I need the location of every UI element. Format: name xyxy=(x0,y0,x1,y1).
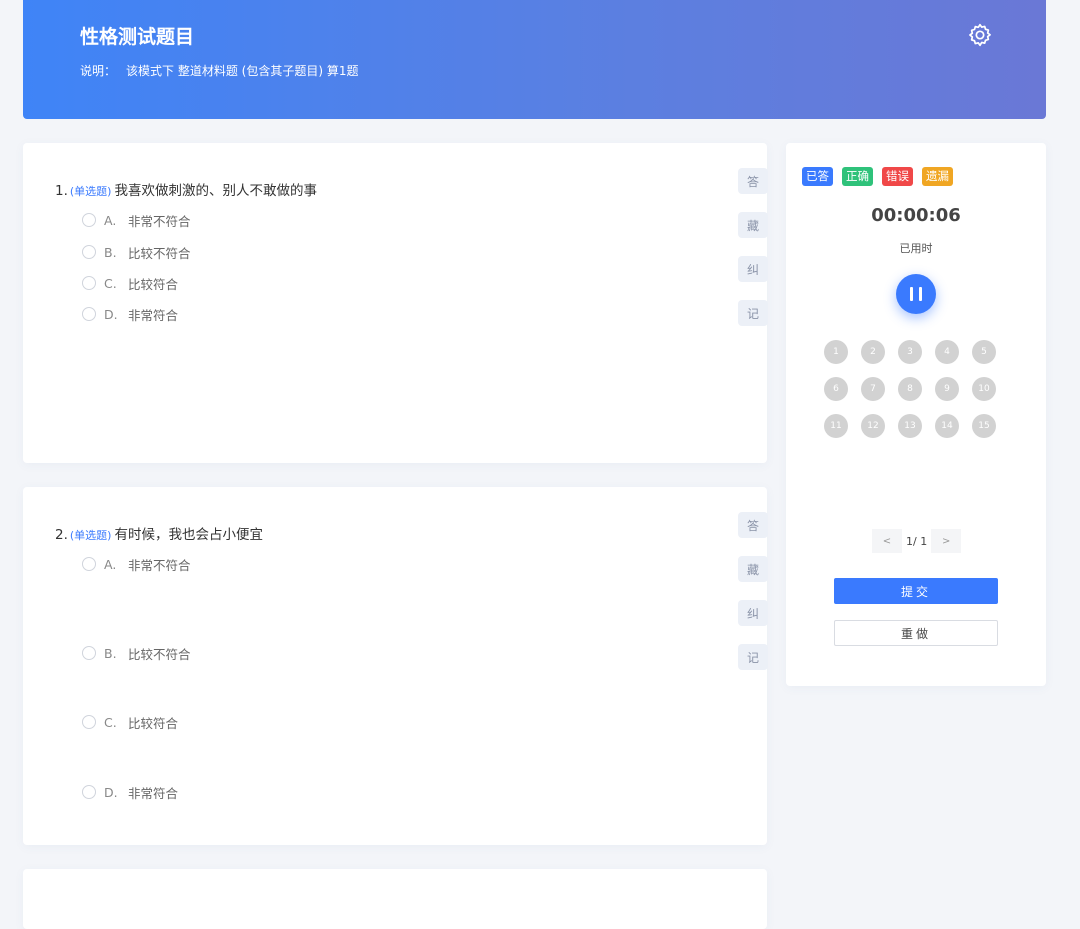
radio-circle[interactable] xyxy=(82,646,96,660)
elapsed-timer: 00:00:06 xyxy=(871,205,961,226)
pause-button[interactable] xyxy=(896,274,936,314)
option-c[interactable]: C. 比较符合 xyxy=(82,274,178,292)
prev-page-button[interactable]: < xyxy=(872,529,902,553)
question-number-button[interactable]: 13 xyxy=(898,414,922,438)
question-card-1: 1. (单选题) 我喜欢做刺激的、别人不敢做的事 A. 非常不符合 B. 比较不符合… xyxy=(23,143,768,463)
option-text: 比较不符合 xyxy=(128,646,191,662)
next-page-button[interactable]: > xyxy=(931,529,962,553)
answer-tag[interactable]: 答 xyxy=(738,512,768,538)
option-a[interactable]: A. 非常不符合 xyxy=(82,555,191,573)
option-letter: B. xyxy=(104,645,117,661)
gear-icon[interactable] xyxy=(967,22,993,48)
status-legend: 已答 正确 错误 遗漏 xyxy=(802,167,962,186)
redo-button[interactable]: 重做 xyxy=(834,620,998,646)
description-label: 说明： xyxy=(80,64,117,78)
submit-button[interactable]: 提交 xyxy=(834,578,998,604)
option-b[interactable]: B. 比较不符合 xyxy=(82,243,191,261)
radio-circle[interactable] xyxy=(82,307,96,321)
description-text: 该模式下 整道材料题 (包含其子题目) 算1题 xyxy=(126,64,359,78)
question-number-button[interactable]: 4 xyxy=(935,340,959,364)
timer-label: 已用时 xyxy=(899,242,933,255)
radio-circle[interactable] xyxy=(82,213,96,227)
favorite-tag[interactable]: 藏 xyxy=(738,212,768,238)
question-title: 1. (单选题) 我喜欢做刺激的、别人不敢做的事 xyxy=(55,179,317,199)
page-indicator: 1/ 1 xyxy=(906,534,928,548)
question-number-button[interactable]: 9 xyxy=(935,377,959,401)
page-description: 说明： 该模式下 整道材料题 (包含其子题目) 算1题 xyxy=(80,62,358,79)
option-a[interactable]: A. 非常不符合 xyxy=(82,211,191,229)
radio-circle[interactable] xyxy=(82,715,96,729)
legend-missed: 遗漏 xyxy=(922,167,953,186)
radio-circle[interactable] xyxy=(82,245,96,259)
question-number-grid: 1 2 3 4 5 6 7 8 9 10 11 12 13 14 15 xyxy=(824,340,1014,438)
question-number: 2. xyxy=(55,527,68,543)
radio-circle[interactable] xyxy=(82,785,96,799)
question-number-button[interactable]: 1 xyxy=(824,340,848,364)
pagination: < 1/ 1 > xyxy=(872,529,962,553)
question-number-button[interactable]: 10 xyxy=(972,377,996,401)
option-text: 非常不符合 xyxy=(128,557,191,573)
question-type: (单选题) xyxy=(69,185,112,198)
option-c[interactable]: C. 比较符合 xyxy=(82,713,178,731)
option-letter: B. xyxy=(104,244,117,260)
legend-answered: 已答 xyxy=(802,167,833,186)
question-number-button[interactable]: 6 xyxy=(824,377,848,401)
radio-circle[interactable] xyxy=(82,276,96,290)
radio-circle[interactable] xyxy=(82,557,96,571)
question-number-button[interactable]: 5 xyxy=(972,340,996,364)
page-header: 性格测试题目 说明： 该模式下 整道材料题 (包含其子题目) 算1题 xyxy=(23,0,1046,119)
question-number-button[interactable]: 8 xyxy=(898,377,922,401)
question-card-3 xyxy=(23,869,767,929)
question-text: 我喜欢做刺激的、别人不敢做的事 xyxy=(114,183,317,199)
option-d[interactable]: D. 非常符合 xyxy=(82,783,178,801)
question-card-2: 2. (单选题) 有时候，我也会占小便宜 A. 非常不符合 B. 比较不符合 C. … xyxy=(23,487,768,845)
option-letter: A. xyxy=(104,212,117,228)
correction-tag[interactable]: 纠 xyxy=(738,256,768,282)
option-text: 比较符合 xyxy=(128,715,179,731)
question-title: 2. (单选题) 有时候，我也会占小便宜 xyxy=(55,523,263,543)
option-b[interactable]: B. 比较不符合 xyxy=(82,644,191,662)
pause-icon xyxy=(910,287,913,301)
note-tag[interactable]: 记 xyxy=(738,300,768,326)
note-tag[interactable]: 记 xyxy=(738,644,768,670)
option-text: 比较不符合 xyxy=(128,245,191,261)
correction-tag[interactable]: 纠 xyxy=(738,600,768,626)
question-number-button[interactable]: 12 xyxy=(861,414,885,438)
option-text: 非常符合 xyxy=(128,307,179,323)
question-number-button[interactable]: 14 xyxy=(935,414,959,438)
page-title: 性格测试题目 xyxy=(80,26,195,48)
question-number: 1. xyxy=(55,183,68,199)
option-letter: D. xyxy=(104,784,118,800)
question-type: (单选题) xyxy=(69,529,112,542)
answer-sheet-panel: 已答 正确 错误 遗漏 00:00:06 已用时 1 2 3 4 5 6 7 8 9 10 11 12… xyxy=(786,143,1046,686)
option-text: 非常不符合 xyxy=(128,213,191,229)
question-number-button[interactable]: 2 xyxy=(861,340,885,364)
question-number-button[interactable]: 15 xyxy=(972,414,996,438)
favorite-tag[interactable]: 藏 xyxy=(738,556,768,582)
option-d[interactable]: D. 非常符合 xyxy=(82,305,178,323)
legend-wrong: 错误 xyxy=(882,167,913,186)
option-text: 非常符合 xyxy=(128,785,179,801)
question-number-button[interactable]: 7 xyxy=(861,377,885,401)
question-text: 有时候，我也会占小便宜 xyxy=(114,527,263,543)
option-letter: D. xyxy=(104,306,118,322)
question-number-button[interactable]: 11 xyxy=(824,414,848,438)
legend-correct: 正确 xyxy=(842,167,873,186)
option-text: 比较符合 xyxy=(128,276,179,292)
answer-tag[interactable]: 答 xyxy=(738,168,768,194)
option-letter: C. xyxy=(104,714,117,730)
option-letter: A. xyxy=(104,556,117,572)
option-letter: C. xyxy=(104,275,117,291)
question-number-button[interactable]: 3 xyxy=(898,340,922,364)
